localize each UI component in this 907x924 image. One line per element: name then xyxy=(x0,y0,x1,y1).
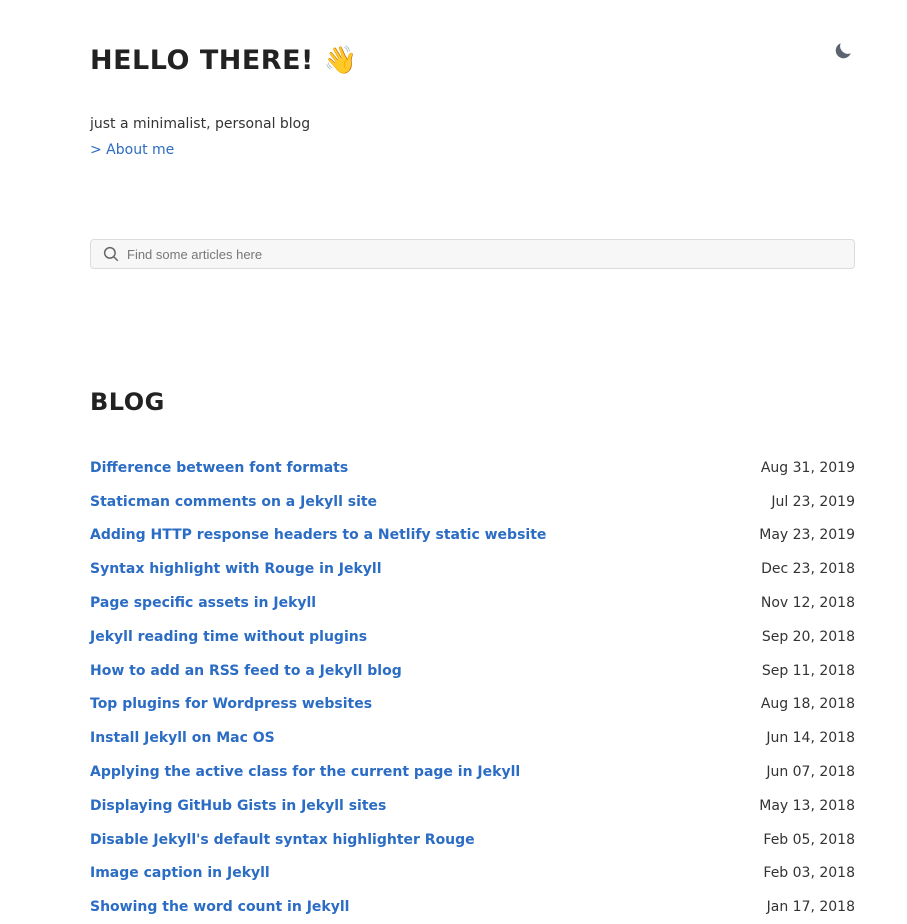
post-link[interactable]: Difference between font formats xyxy=(90,460,348,476)
post-date: Aug 31, 2019 xyxy=(760,459,855,476)
page-title: HELLO THERE! 👋 xyxy=(90,45,358,76)
post-date: Feb 03, 2018 xyxy=(763,865,855,882)
moon-icon xyxy=(835,43,851,59)
post-link[interactable]: Staticman comments on a Jekyll site xyxy=(90,494,377,510)
post-row: Adding HTTP response headers to a Netlif… xyxy=(90,519,855,553)
post-link[interactable]: Showing the word count in Jekyll xyxy=(90,899,349,915)
post-row: Difference between font formats Aug 31, … xyxy=(90,451,855,485)
post-list: Difference between font formats Aug 31, … xyxy=(90,451,855,924)
post-date: Sep 11, 2018 xyxy=(761,662,855,679)
site-header: HELLO THERE! 👋 xyxy=(90,0,855,100)
post-link[interactable]: Disable Jekyll's default syntax highligh… xyxy=(90,832,475,848)
post-link[interactable]: Jekyll reading time without plugins xyxy=(90,629,367,645)
post-link[interactable]: Adding HTTP response headers to a Netlif… xyxy=(90,527,546,543)
post-row: Syntax highlight with Rouge in Jekyll De… xyxy=(90,552,855,586)
post-date: Jan 17, 2018 xyxy=(766,899,855,916)
post-date: May 13, 2018 xyxy=(759,797,855,814)
post-row: Page specific assets in Jekyll Nov 12, 2… xyxy=(90,586,855,620)
post-row: Displaying GitHub Gists in Jekyll sites … xyxy=(90,789,855,823)
about-me-link[interactable]: > About me xyxy=(90,142,174,158)
post-row: How to add an RSS feed to a Jekyll blog … xyxy=(90,654,855,688)
post-date: Jun 14, 2018 xyxy=(766,730,855,747)
post-row: Disable Jekyll's default syntax highligh… xyxy=(90,823,855,857)
post-row: Install Jekyll on Mac OS Jun 14, 2018 xyxy=(90,721,855,755)
post-link[interactable]: Image caption in Jekyll xyxy=(90,865,270,881)
post-row: Showing the word count in Jekyll Jan 17,… xyxy=(90,890,855,924)
post-link[interactable]: Top plugins for Wordpress websites xyxy=(90,696,372,712)
post-link[interactable]: How to add an RSS feed to a Jekyll blog xyxy=(90,663,402,679)
post-row: Image caption in Jekyll Feb 03, 2018 xyxy=(90,857,855,891)
post-link[interactable]: Page specific assets in Jekyll xyxy=(90,595,316,611)
page-container: HELLO THERE! 👋 just a minimalist, person… xyxy=(90,0,855,915)
search-icon xyxy=(102,245,120,263)
post-row: Staticman comments on a Jekyll site Jul … xyxy=(90,485,855,519)
post-link[interactable]: Displaying GitHub Gists in Jekyll sites xyxy=(90,798,386,814)
post-date: May 23, 2019 xyxy=(759,527,855,544)
search-bar[interactable] xyxy=(90,239,855,269)
post-link[interactable]: Install Jekyll on Mac OS xyxy=(90,730,275,746)
post-row: Applying the active class for the curren… xyxy=(90,755,855,789)
blog-heading: BLOG xyxy=(90,388,165,416)
post-row: Jekyll reading time without plugins Sep … xyxy=(90,620,855,654)
post-date: Aug 18, 2018 xyxy=(760,696,855,713)
post-date: Feb 05, 2018 xyxy=(763,831,855,848)
post-date: Jun 07, 2018 xyxy=(766,764,855,781)
theme-toggle-button[interactable] xyxy=(832,40,854,62)
post-link[interactable]: Syntax highlight with Rouge in Jekyll xyxy=(90,561,382,577)
post-link[interactable]: Applying the active class for the curren… xyxy=(90,764,520,780)
search-input[interactable] xyxy=(127,246,827,262)
post-row: Top plugins for Wordpress websites Aug 1… xyxy=(90,688,855,722)
post-date: Dec 23, 2018 xyxy=(761,561,855,578)
site-tagline: just a minimalist, personal blog xyxy=(90,116,311,132)
post-date: Nov 12, 2018 xyxy=(760,595,855,612)
post-date: Sep 20, 2018 xyxy=(761,628,855,645)
post-date: Jul 23, 2019 xyxy=(771,493,855,510)
